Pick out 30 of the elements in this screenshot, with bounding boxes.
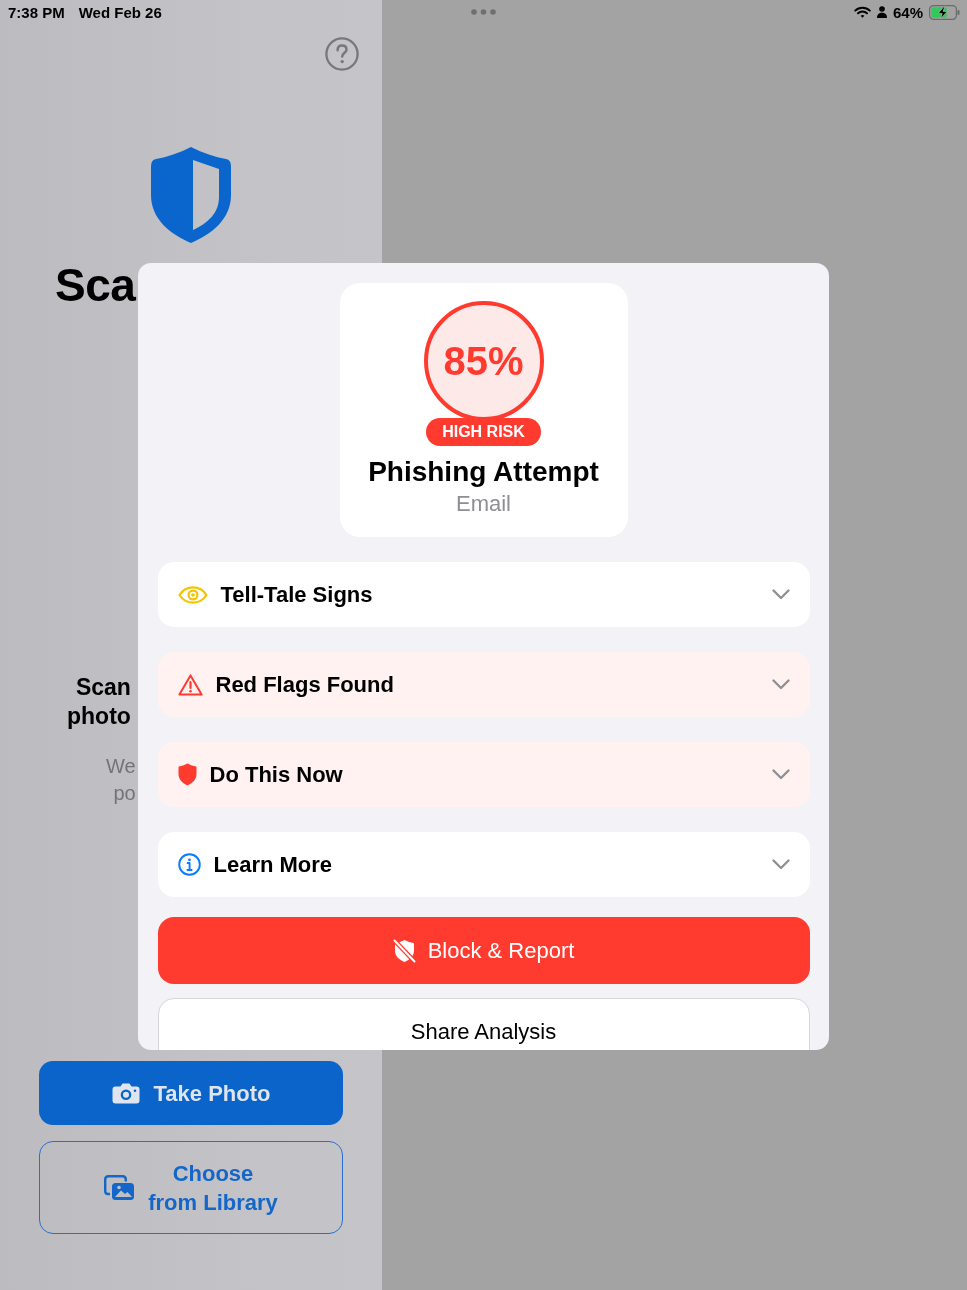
take-photo-button[interactable]: Take Photo (39, 1061, 343, 1125)
threat-title: Phishing Attempt (368, 455, 599, 489)
battery-charging-icon (929, 4, 960, 20)
threat-source: Email (456, 490, 511, 517)
description: We po (106, 754, 136, 806)
share-analysis-button[interactable]: Share Analysis (157, 998, 810, 1050)
screen-title: Sca (55, 259, 136, 312)
camera-icon (111, 1082, 140, 1104)
risk-score: 85% (443, 338, 524, 384)
info-icon (177, 853, 201, 876)
block-report-button[interactable]: Block & Report (157, 917, 810, 984)
section-header[interactable]: Learn More (157, 832, 810, 897)
subtitle: Scan photo (67, 673, 131, 731)
wifi-icon (853, 6, 871, 18)
more-dots-icon[interactable] (471, 9, 496, 15)
status-time: 7:38 PM (8, 3, 65, 21)
shield-icon (177, 763, 197, 786)
status-date: Wed Feb 26 (78, 3, 162, 21)
section-header[interactable]: Red Flags Found (157, 652, 810, 717)
help-icon[interactable] (325, 37, 359, 71)
battery-percentage: 64% (892, 3, 923, 21)
shield-logo-icon (151, 147, 231, 243)
photos-icon (104, 1175, 135, 1200)
section-header[interactable]: Tell-Tale Signs (157, 562, 810, 627)
risk-badge: HIGH RISK (426, 418, 541, 446)
section-header[interactable]: Do This Now (157, 742, 810, 807)
person-icon (876, 6, 887, 18)
shield-slash-icon (392, 938, 416, 963)
warning-icon (177, 673, 203, 696)
eye-icon (177, 585, 208, 604)
